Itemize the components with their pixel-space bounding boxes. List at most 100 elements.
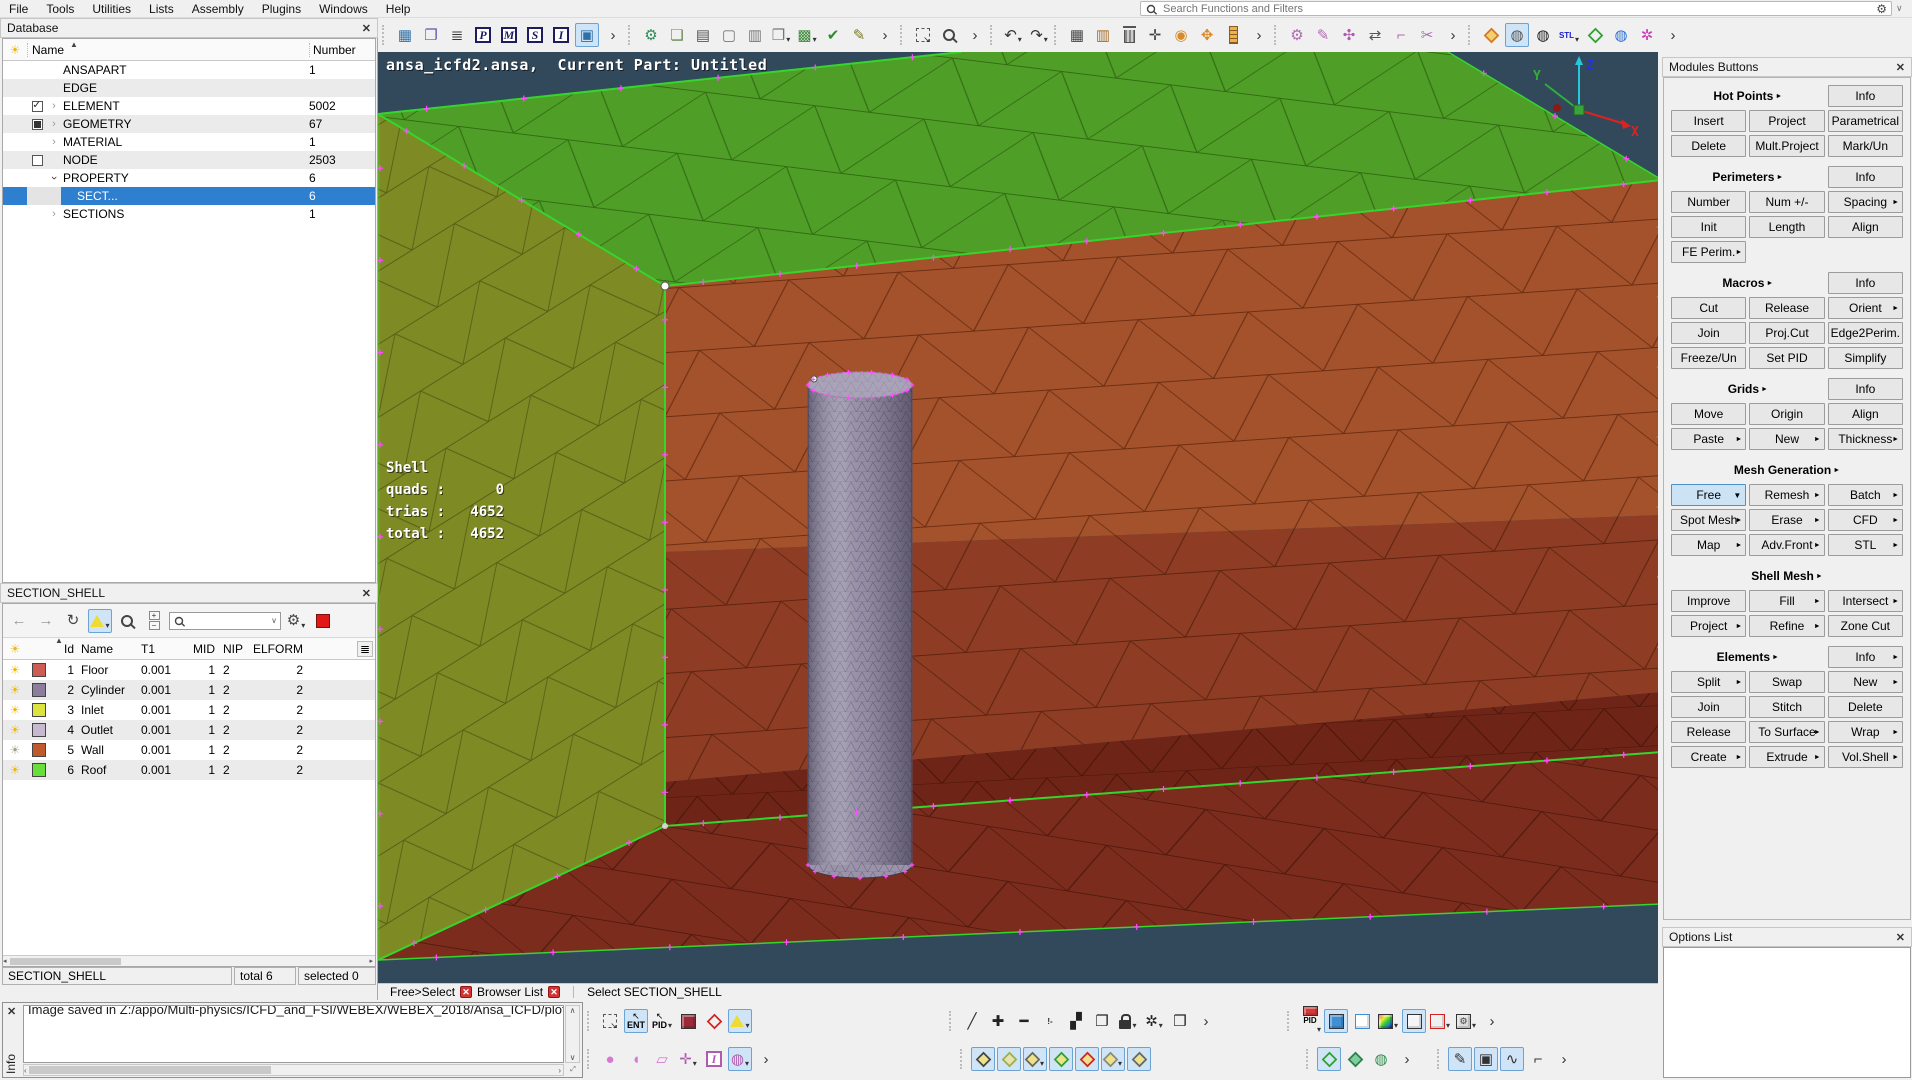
section-row-floor[interactable]: ☀1Floor0.001122	[3, 660, 375, 680]
viewport-3d[interactable]: Z Y X ansa_icfd2.ansa, Current Part: Unt…	[378, 52, 1658, 983]
new-gear-icon[interactable]: ⚙	[639, 23, 663, 47]
paint-flag-icon[interactable]: ▾	[728, 1009, 752, 1033]
move-entity-icon[interactable]: ✛	[1143, 23, 1167, 47]
shape-box-icon[interactable]: ▱	[650, 1047, 674, 1071]
module-button-edge2perim[interactable]: Edge2Perim.	[1828, 322, 1903, 344]
letter-s-icon[interactable]: S	[523, 23, 547, 47]
boxes-stack-icon[interactable]: ❒▾	[769, 23, 793, 47]
section-header-hot-points[interactable]: Hot Points►	[1671, 85, 1825, 107]
module-button-mult-project[interactable]: Mult.Project	[1749, 135, 1824, 157]
module-button-map[interactable]: Map►	[1671, 534, 1746, 556]
close-icon[interactable]: ✕	[362, 22, 371, 35]
more-icon[interactable]: ›	[1247, 23, 1271, 47]
section-row-outlet[interactable]: ☀4Outlet0.001122	[3, 720, 375, 740]
module-button-info[interactable]: Info	[1828, 166, 1903, 188]
browser-list-label[interactable]: Browser List	[477, 985, 543, 999]
mesh-sphere-icon[interactable]: ◍	[1505, 23, 1529, 47]
expand-icon[interactable]: ›	[47, 118, 61, 130]
forward-icon[interactable]: →	[34, 609, 58, 633]
settings-cube-icon[interactable]: ⚙▾	[1454, 1009, 1478, 1033]
tree-column-name[interactable]: Name ▲	[27, 43, 309, 57]
rainbow-cube-icon[interactable]: ▾	[1376, 1009, 1400, 1033]
cancel-mode-icon[interactable]: ✕	[460, 986, 472, 998]
bulb-on-icon[interactable]: ☀	[3, 763, 27, 777]
hammer-icon[interactable]: ⌐	[1389, 23, 1413, 47]
module-button-join[interactable]: Join	[1671, 696, 1746, 718]
not-minus-icon[interactable]: !-	[1038, 1009, 1062, 1033]
module-button-vol-shell[interactable]: Vol.Shell►	[1828, 746, 1903, 768]
quad-red-icon[interactable]	[1075, 1047, 1099, 1071]
quad-double-icon[interactable]	[1127, 1047, 1151, 1071]
beam-i-icon[interactable]: I	[702, 1047, 726, 1071]
module-button-insert[interactable]: Insert	[1671, 110, 1746, 132]
menu-plugins[interactable]: Plugins	[253, 0, 310, 18]
close-icon[interactable]: ✕	[1896, 61, 1905, 74]
more-icon[interactable]: ›	[1441, 23, 1465, 47]
quad-handles-icon[interactable]	[971, 1047, 995, 1071]
sketch-line-icon[interactable]: ⌐	[1526, 1047, 1550, 1071]
db-row-sections[interactable]: ›SECTIONS1	[3, 205, 375, 223]
db-row-sect[interactable]: SECT...6	[3, 187, 375, 205]
module-button-free[interactable]: Free▼	[1671, 484, 1746, 506]
close-icon[interactable]: ✕	[7, 1005, 16, 1018]
bulb-off-icon[interactable]: ☀	[3, 743, 27, 757]
torus-icon[interactable]: ◉	[1169, 23, 1193, 47]
shaded-cube-icon[interactable]	[1324, 1009, 1348, 1033]
window-layout-icon[interactable]: ▦	[393, 23, 417, 47]
copy-stack-icon[interactable]: ❒	[1168, 1009, 1192, 1033]
module-button-thickness[interactable]: Thickness►	[1828, 428, 1903, 450]
db-row-material[interactable]: ›MATERIAL1	[3, 133, 375, 151]
quad-green-icon[interactable]	[1049, 1047, 1073, 1071]
module-button-project[interactable]: Project►	[1671, 615, 1746, 637]
bulb-on-icon[interactable]: ☀	[3, 663, 27, 677]
module-button-release[interactable]: Release	[1671, 721, 1746, 743]
swap-arrows-icon[interactable]: ⇄	[1363, 23, 1387, 47]
morph-links-icon[interactable]: ✲	[1635, 23, 1659, 47]
expand-icon[interactable]: ›	[47, 100, 61, 112]
pid-cards-icon[interactable]	[676, 1009, 700, 1033]
delete-trash-icon[interactable]	[1117, 23, 1141, 47]
db-row-geometry[interactable]: ›GEOMETRY67	[3, 115, 375, 133]
module-button-move[interactable]: Move	[1671, 403, 1746, 425]
search-chevron-icon[interactable]: ∨	[1896, 3, 1903, 14]
log-messages[interactable]: Image saved in Z:/appo/Multi-physics/ICF…	[23, 1005, 564, 1063]
module-button-stitch[interactable]: Stitch	[1749, 696, 1824, 718]
expand-icon[interactable]: ›	[47, 136, 61, 148]
module-button-extrude[interactable]: Extrude►	[1749, 746, 1824, 768]
menu-tools[interactable]: Tools	[37, 0, 83, 18]
spot-mesh-quad-icon[interactable]	[1479, 23, 1503, 47]
visibility-bulb-icon[interactable]: ☀	[3, 43, 27, 57]
section-header-shell-mesh[interactable]: Shell Mesh►	[1671, 565, 1903, 587]
shape-ellipse-icon[interactable]: ●	[598, 1047, 622, 1071]
database-list-icon[interactable]: ▤	[691, 23, 715, 47]
align-points-icon[interactable]: ✣	[1337, 23, 1361, 47]
pid-color-swatch[interactable]	[32, 703, 46, 717]
zoom-lens-icon[interactable]	[937, 23, 961, 47]
module-button-parametrical[interactable]: Parametrical	[1828, 110, 1903, 132]
db-row-edge[interactable]: EDGE	[3, 79, 375, 97]
surface-solid-icon[interactable]	[1343, 1047, 1367, 1071]
db-row-element[interactable]: ›ELEMENT5002	[3, 97, 375, 115]
module-button-spot-mesh[interactable]: Spot Mesh►	[1671, 509, 1746, 531]
more-icon[interactable]: ›	[1552, 1047, 1576, 1071]
point-box-icon[interactable]: ▣	[1474, 1047, 1498, 1071]
module-button-stl[interactable]: STL►	[1828, 534, 1903, 556]
section-header-elements[interactable]: Elements►	[1671, 646, 1825, 668]
zoom-box-icon[interactable]	[911, 23, 935, 47]
visibility-bulb-icon[interactable]: ☀	[3, 642, 27, 656]
module-button-proj-cut[interactable]: Proj.Cut	[1749, 322, 1824, 344]
module-button-num[interactable]: Num +/-	[1749, 191, 1824, 213]
curve-sine-icon[interactable]: ∿	[1500, 1047, 1524, 1071]
column-t1[interactable]: T1	[139, 642, 185, 656]
notes-page-icon[interactable]: ▢	[717, 23, 741, 47]
more-icon[interactable]: ›	[873, 23, 897, 47]
surface-mesh-ball-icon[interactable]: ◍	[1369, 1047, 1393, 1071]
mesh-sphere-dense-icon[interactable]: ◍	[1531, 23, 1555, 47]
module-button-align[interactable]: Align	[1828, 216, 1903, 238]
surface-wire-icon[interactable]	[1317, 1047, 1341, 1071]
module-button-split[interactable]: Split►	[1671, 671, 1746, 693]
mesh-green-icon[interactable]	[1583, 23, 1607, 47]
back-icon[interactable]: ←	[7, 609, 31, 633]
wire-cube-icon[interactable]: ▾	[1428, 1009, 1452, 1033]
close-icon[interactable]: ✕	[362, 587, 371, 600]
